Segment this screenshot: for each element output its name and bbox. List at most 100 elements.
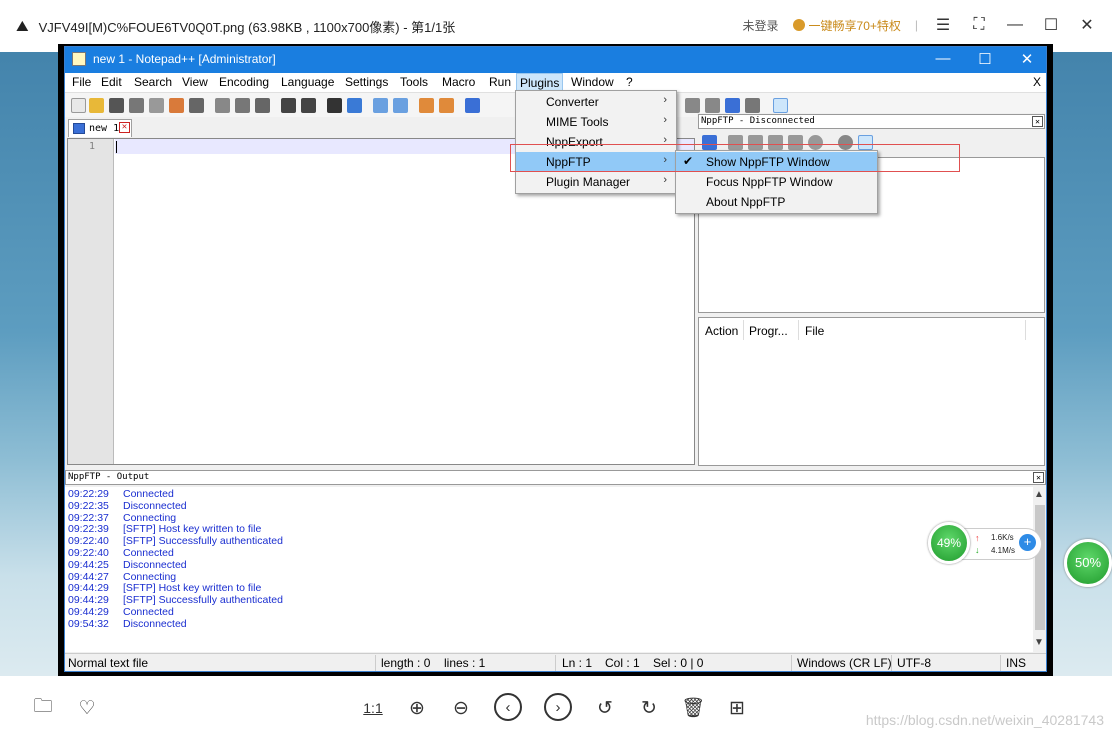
nppftp-title-text: NppFTP - Disconnected: [701, 116, 815, 126]
rotate-right-icon[interactable]: ↻: [634, 693, 664, 723]
menu-item-plugin-manager[interactable]: Plugin Manager ›: [516, 172, 676, 192]
previous-icon[interactable]: ‹: [494, 693, 522, 721]
save-icon[interactable]: [109, 98, 124, 113]
npp-maximize-icon[interactable]: ☐: [965, 50, 1005, 68]
menu-run[interactable]: Run: [486, 75, 514, 89]
menu-window[interactable]: Window: [568, 75, 617, 89]
menu-macro[interactable]: Macro: [439, 75, 478, 89]
menu-view[interactable]: View: [179, 75, 211, 89]
login-link[interactable]: 未登录: [743, 17, 779, 34]
menu-help[interactable]: ?: [623, 75, 636, 89]
wrap-icon[interactable]: [465, 98, 480, 113]
menu-item-about-nppftp[interactable]: About NppFTP: [676, 192, 877, 212]
menu-item-label: Focus NppFTP Window: [706, 175, 833, 189]
queue-col-progress[interactable]: Progr...: [749, 324, 788, 338]
close-icon[interactable]: ✕: [1076, 14, 1098, 36]
delete-icon[interactable]: 🗑: [678, 693, 708, 723]
share-badge[interactable]: 一键畅享70+特权: [792, 17, 901, 34]
add-icon[interactable]: +: [1019, 534, 1036, 551]
menu-encoding[interactable]: Encoding: [216, 75, 272, 89]
tab-new1[interactable]: new 1 ✕: [68, 119, 132, 137]
zoom-in-icon[interactable]: ⊕: [402, 693, 432, 723]
apps-icon[interactable]: ⊞: [722, 693, 752, 723]
nppftp-queue[interactable]: Action Progr... File: [698, 317, 1045, 466]
zoom-in-icon[interactable]: [373, 98, 388, 113]
tab-close-icon[interactable]: ✕: [119, 122, 130, 133]
queue-col-file[interactable]: File: [805, 324, 824, 338]
menu-edit[interactable]: Edit: [98, 75, 125, 89]
output-log[interactable]: 09:22:29 Connected 09:22:35 Disconnected 0…: [65, 487, 1033, 652]
menu-tools[interactable]: Tools: [397, 75, 431, 89]
scroll-down-icon[interactable]: ▼: [1034, 637, 1044, 648]
download-speed: 4.1M/s: [991, 546, 1016, 555]
scroll-up-icon[interactable]: ▲: [1034, 489, 1044, 500]
replace-icon[interactable]: [347, 98, 362, 113]
menu-file[interactable]: File: [69, 75, 94, 89]
upload-arrow-icon: ↑: [975, 533, 980, 543]
memory-gauge[interactable]: 50%: [1064, 539, 1112, 587]
log-row: 09:44:25 Disconnected: [65, 558, 1033, 572]
queue-col-action[interactable]: Action: [705, 324, 738, 338]
close-icon[interactable]: [149, 98, 164, 113]
col-divider: [798, 320, 799, 340]
chevron-right-icon: ›: [663, 114, 667, 126]
open-file-icon[interactable]: [89, 98, 104, 113]
menu-settings[interactable]: Settings: [342, 75, 391, 89]
maximize-icon[interactable]: ☐: [1040, 14, 1062, 36]
log-time: 09:22:35: [68, 499, 109, 512]
close-all-icon[interactable]: [169, 98, 184, 113]
copy-icon[interactable]: [235, 98, 250, 113]
status-divider: [891, 655, 892, 671]
output-scrollbar[interactable]: ▲ ▼: [1033, 487, 1046, 652]
menu-item-mime-tools[interactable]: MIME Tools ›: [516, 112, 676, 132]
npp-minimize-icon[interactable]: —: [923, 50, 963, 67]
output-close-icon[interactable]: ✕: [1033, 472, 1044, 483]
npp-title: new 1 - Notepad++ [Administrator]: [93, 52, 276, 66]
npp-close-icon[interactable]: ✕: [1007, 50, 1047, 68]
status-filetype: Normal text file: [68, 656, 149, 670]
menu-item-converter[interactable]: Converter ›: [516, 92, 676, 112]
plugins-menu: Converter › MIME Tools › NppExport › NppFTP…: [515, 90, 677, 194]
menu-language[interactable]: Language: [278, 75, 337, 89]
image-icon: ⛰: [16, 18, 29, 35]
heart-icon[interactable]: ♡: [72, 693, 102, 723]
log-time: 09:44:25: [68, 558, 109, 571]
next-icon[interactable]: ›: [544, 693, 572, 721]
macro-save-icon[interactable]: [745, 98, 760, 113]
log-row: 09:22:29 Connected: [65, 488, 1033, 501]
undo-icon[interactable]: [281, 98, 296, 113]
fullscreen-icon[interactable]: ⛶: [968, 14, 990, 36]
macro-stop-icon[interactable]: [685, 98, 700, 113]
find-icon[interactable]: [327, 98, 342, 113]
nppftp-panel-close-icon[interactable]: ✕: [1032, 116, 1043, 127]
zoom-out-icon[interactable]: [393, 98, 408, 113]
status-eol: Windows (CR LF): [797, 656, 892, 670]
save-all-icon[interactable]: [129, 98, 144, 113]
print-icon[interactable]: [189, 98, 204, 113]
new-file-icon[interactable]: [71, 98, 86, 113]
menu-item-focus-nppftp-window[interactable]: Focus NppFTP Window: [676, 172, 877, 192]
sync-h-icon[interactable]: [439, 98, 454, 113]
caret: [116, 141, 117, 153]
line-number: 1: [88, 141, 95, 152]
macro-play-icon[interactable]: [705, 98, 720, 113]
actual-size-button[interactable]: 1:1: [358, 693, 388, 723]
paste-icon[interactable]: [255, 98, 270, 113]
redo-icon[interactable]: [301, 98, 316, 113]
log-time: 09:22:40: [68, 546, 109, 559]
nppftp-toolbar-icon[interactable]: [773, 98, 788, 113]
sync-v-icon[interactable]: [419, 98, 434, 113]
status-encoding: UTF-8: [897, 656, 931, 670]
menu-search[interactable]: Search: [131, 75, 175, 89]
menu-item-label: Plugin Manager: [546, 175, 631, 189]
cut-icon[interactable]: [215, 98, 230, 113]
tab-label: new 1: [89, 123, 120, 134]
zoom-out-icon[interactable]: ⊖: [446, 693, 476, 723]
menu-icon[interactable]: ☰: [932, 14, 954, 36]
menu-close-doc[interactable]: X: [1030, 75, 1044, 89]
npp-titlebar: new 1 - Notepad++ [Administrator] — ☐ ✕: [65, 47, 1046, 73]
folder-icon[interactable]: 🗀: [28, 693, 58, 723]
macro-run-icon[interactable]: [725, 98, 740, 113]
rotate-left-icon[interactable]: ↺: [590, 693, 620, 723]
minimize-icon[interactable]: —: [1004, 14, 1026, 36]
